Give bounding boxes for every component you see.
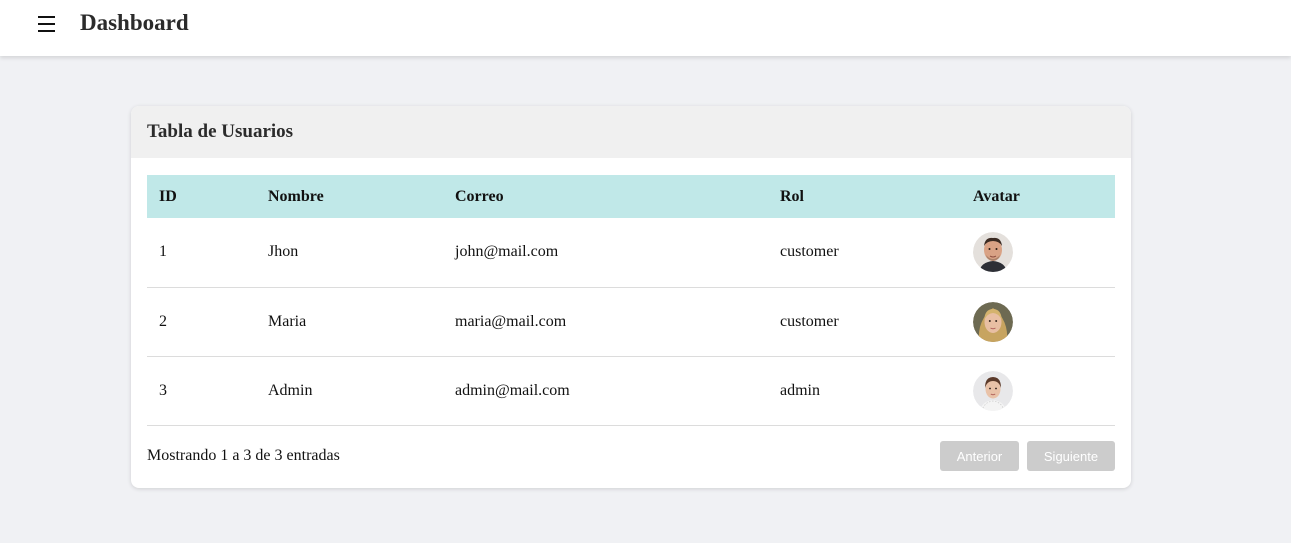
cell-name: Maria — [268, 312, 307, 330]
users-table-container: ID Nombre Correo Rol Avatar 1 Jhon john@… — [147, 175, 1115, 426]
table-row: 3 Admin admin@mail.com admin — [147, 356, 1115, 425]
cell-avatar — [961, 218, 1115, 287]
cell-role: customer — [780, 243, 839, 261]
cell-email: john@mail.com — [455, 243, 559, 261]
cell-name: Jhon — [268, 243, 299, 261]
cell-name: Admin — [268, 381, 313, 399]
table-footer: Mostrando 1 a 3 de 3 entradas Anterior S… — [147, 441, 1115, 471]
card-header: Tabla de Usuarios — [131, 106, 1131, 158]
cell-avatar — [961, 356, 1115, 425]
top-bar: Dashboard — [0, 0, 1291, 56]
users-table: ID Nombre Correo Rol Avatar 1 Jhon john@… — [147, 175, 1115, 426]
woman-blonde-avatar — [973, 301, 1013, 342]
man-avatar — [973, 232, 1013, 273]
cell-avatar — [961, 287, 1115, 356]
previous-page-button[interactable]: Anterior — [940, 441, 1019, 471]
cell-role: admin — [780, 381, 820, 399]
table-header-row: ID Nombre Correo Rol Avatar — [147, 175, 1115, 218]
cell-id: 2 — [159, 312, 167, 330]
column-header-avatar: Avatar — [973, 187, 1020, 205]
next-page-button[interactable]: Siguiente — [1027, 441, 1115, 471]
column-header-name: Nombre — [268, 187, 324, 205]
column-header-role: Rol — [780, 187, 804, 205]
users-card: Tabla de Usuarios ID Nombre Correo Rol A… — [131, 106, 1131, 488]
card-title: Tabla de Usuarios — [147, 121, 294, 142]
woman-dark-hair-avatar — [973, 370, 1013, 411]
column-header-id: ID — [159, 187, 177, 205]
table-row: 2 Maria maria@mail.com customer — [147, 287, 1115, 356]
pagination-info: Mostrando 1 a 3 de 3 entradas — [147, 447, 340, 464]
cell-email: maria@mail.com — [455, 312, 567, 330]
cell-role: customer — [780, 312, 839, 330]
table-row: 1 Jhon john@mail.com customer — [147, 218, 1115, 287]
cell-email: admin@mail.com — [455, 381, 570, 399]
column-header-email: Correo — [455, 187, 504, 205]
cell-id: 3 — [159, 381, 167, 399]
cell-id: 1 — [159, 243, 167, 261]
hamburger-menu-icon[interactable] — [36, 12, 60, 36]
page-title: Dashboard — [80, 10, 189, 35]
